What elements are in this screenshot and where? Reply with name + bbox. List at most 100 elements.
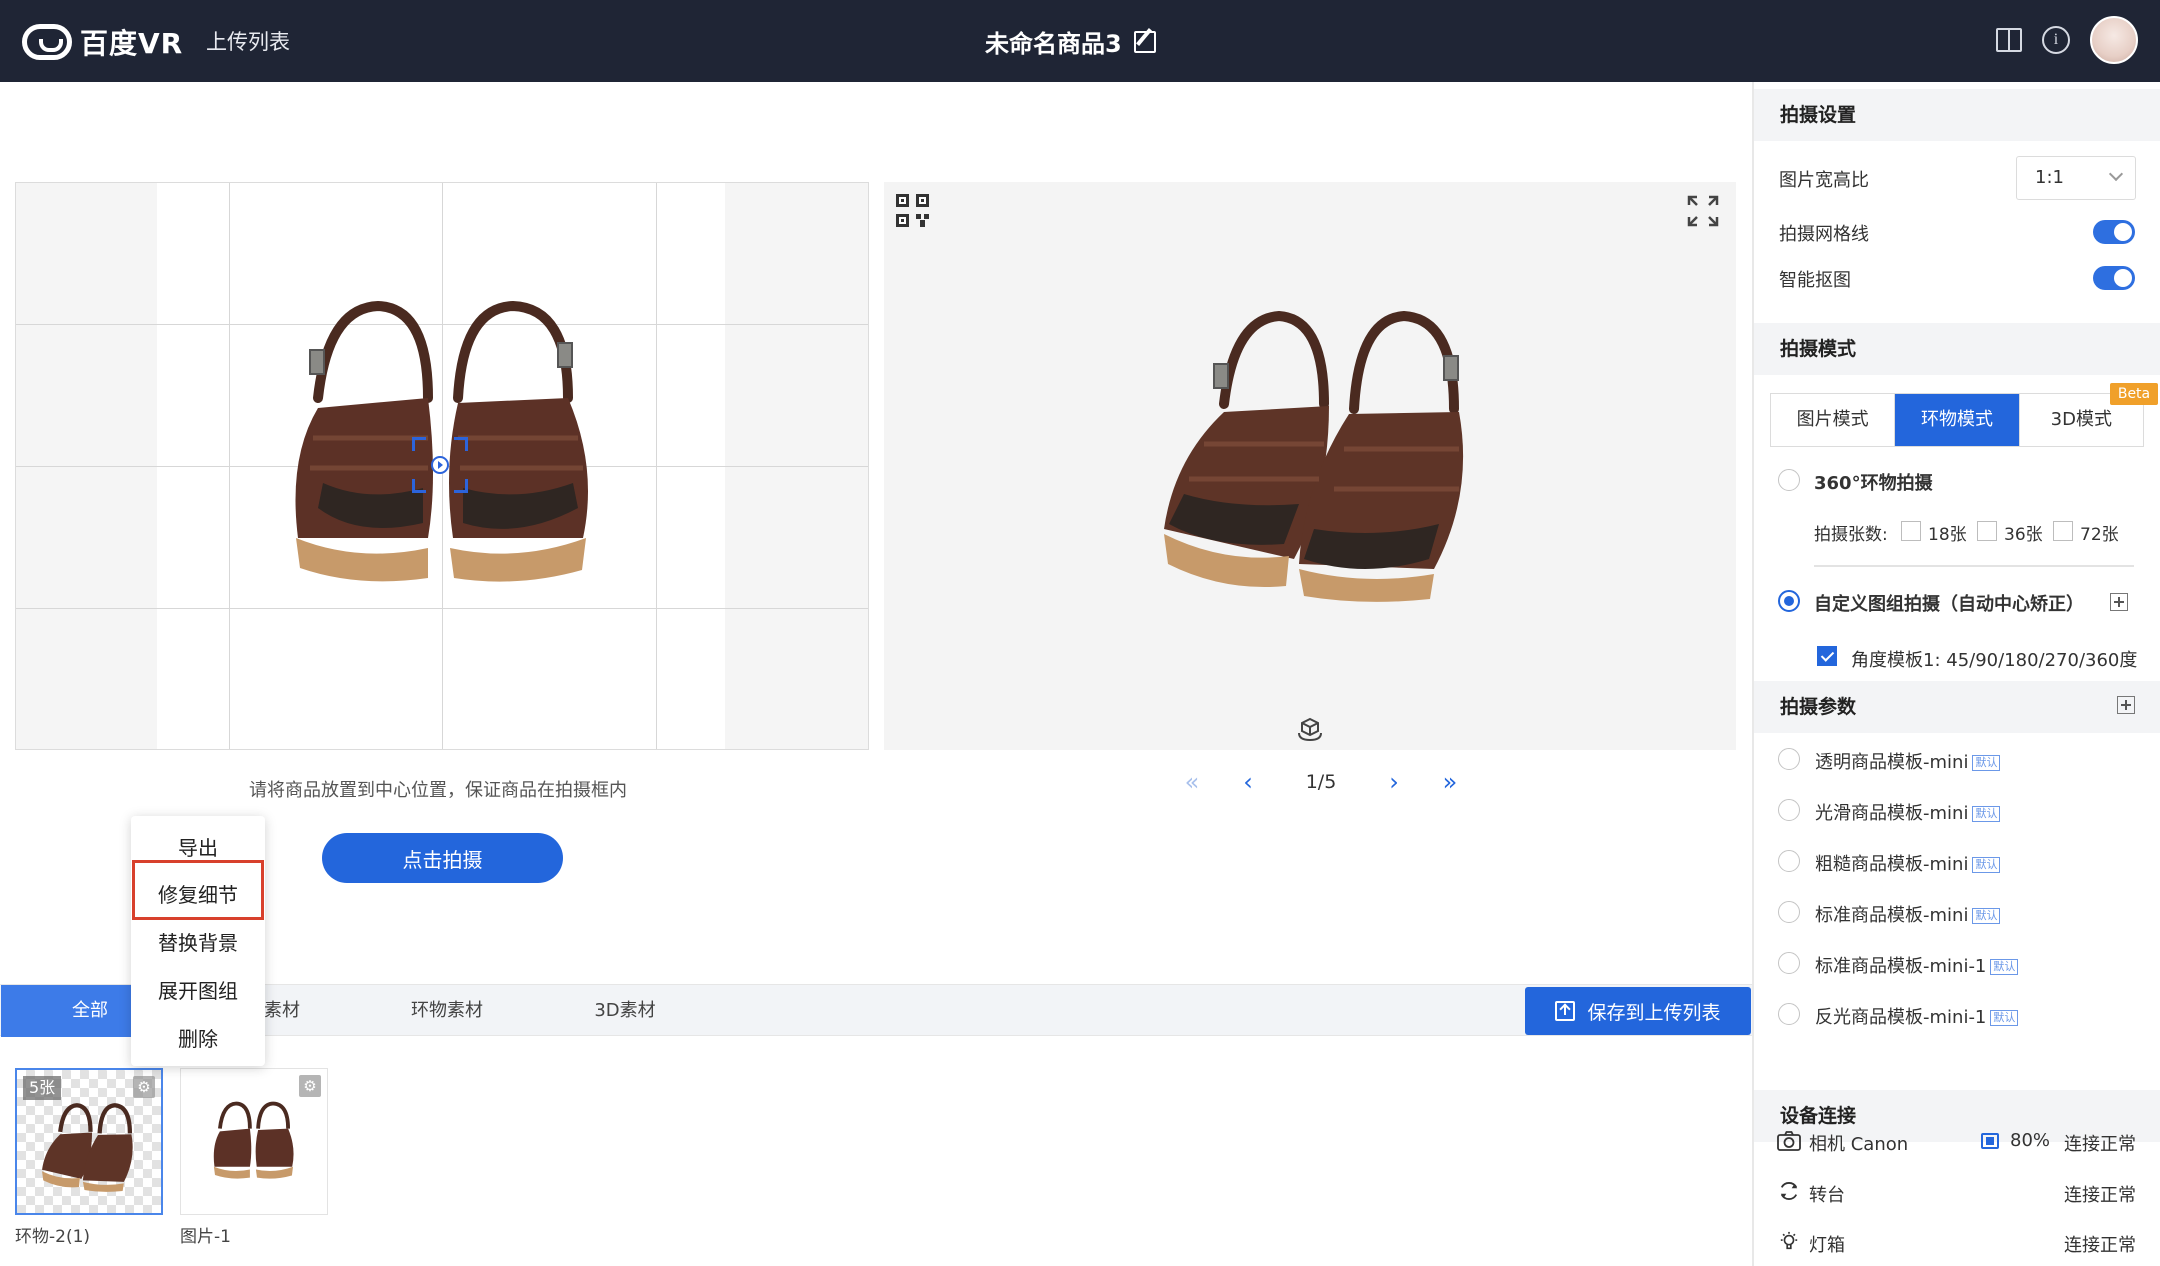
thumbnail-orbit-2[interactable]: 5张 ⚙ — [15, 1068, 163, 1215]
capture-frame — [15, 182, 869, 750]
count-18-label: 18张 — [1928, 525, 1967, 545]
template-radio[interactable] — [1778, 799, 1800, 821]
shoot-mode-header: 拍摄模式 — [1754, 323, 2160, 375]
template-label: 透明商品模板-mini 默认 — [1815, 748, 2001, 774]
turntable-label: 转台 — [1809, 1185, 1845, 1206]
save-to-upload-list-button[interactable]: 保存到上传列表 — [1525, 987, 1751, 1035]
next-page-icon[interactable]: › — [1366, 768, 1422, 796]
thumbnail-label: 图片-1 — [180, 1227, 231, 1247]
tab-orbit-material[interactable]: 环物素材 — [392, 985, 502, 1037]
lightbox-label: 灯箱 — [1809, 1235, 1845, 1256]
settings-panel: 拍摄设置 拍摄模式 拍摄参数 设备连接 — [1752, 82, 2160, 1266]
shoot-params-header: 拍摄参数 — [1754, 681, 2160, 733]
capture-hint: 请将商品放置到中心位置，保证商品在拍摄框内 — [249, 780, 627, 801]
template-label: 标准商品模板-mini 默认 — [1815, 901, 2001, 927]
rotate-360-icon[interactable] — [1296, 715, 1324, 743]
thumbnail-image-1[interactable]: ⚙ — [180, 1068, 328, 1215]
template-radio[interactable] — [1778, 952, 1800, 974]
template-radio[interactable] — [1778, 850, 1800, 872]
template-radio[interactable] — [1778, 901, 1800, 923]
product-title-text: 未命名商品3 — [985, 30, 1122, 58]
menu-item-export[interactable]: 导出 — [131, 832, 265, 861]
last-page-icon[interactable]: » — [1422, 768, 1478, 796]
mode-image[interactable]: 图片模式 — [1771, 394, 1894, 446]
info-icon[interactable]: i — [2042, 26, 2070, 54]
template-label: 标准商品模板-mini-1 默认 — [1815, 952, 2019, 978]
grid-lines-toggle[interactable] — [2093, 220, 2135, 244]
upload-icon — [1555, 1001, 1576, 1021]
camera-label: 相机 Canon — [1809, 1134, 1909, 1155]
menu-item-replace-background[interactable]: 替换背景 — [131, 927, 265, 956]
image-count-badge: 5张 — [23, 1076, 62, 1100]
fullscreen-icon[interactable] — [1686, 194, 1720, 228]
angle-template-label: 角度模板1: 45/90/180/270/360度 — [1851, 650, 2138, 671]
top-bar: 百度VR 上传列表 未命名商品3 i — [0, 0, 2160, 82]
orbit-360-radio[interactable] — [1778, 469, 1800, 491]
lightbulb-icon — [1780, 1231, 1798, 1250]
smart-matting-toggle[interactable] — [2093, 266, 2135, 290]
aspect-ratio-value: 1:1 — [2035, 167, 2064, 188]
shoot-button[interactable]: 点击拍摄 — [322, 833, 563, 883]
angle-template-checkbox[interactable] — [1817, 646, 1837, 666]
custom-group-radio[interactable] — [1778, 590, 1800, 612]
turntable-icon — [1780, 1182, 1798, 1200]
count-72-label: 72张 — [2080, 525, 2119, 545]
tab-3d-material[interactable]: 3D素材 — [575, 985, 675, 1037]
smart-matting-label: 智能抠图 — [1779, 270, 1851, 291]
thumbnail-sandal-image — [42, 1103, 133, 1192]
first-page-icon[interactable]: « — [1164, 768, 1220, 796]
count-36-label: 36张 — [2004, 525, 2043, 545]
save-button-label: 保存到上传列表 — [1587, 1001, 1721, 1024]
avatar[interactable] — [2090, 16, 2138, 64]
edit-icon[interactable] — [1133, 30, 1156, 53]
upload-list-link[interactable]: 上传列表 — [206, 26, 290, 56]
battery-icon — [1981, 1133, 1999, 1149]
prev-page-icon[interactable]: ‹ — [1220, 768, 1276, 796]
center-target-marker — [412, 437, 468, 493]
shoot-mode-switch: 图片模式 环物模式 3D模式 — [1770, 393, 2144, 447]
camera-status: 连接正常 — [2064, 1134, 2136, 1155]
camera-icon — [1777, 1131, 1801, 1151]
aspect-ratio-label: 图片宽高比 — [1779, 170, 1869, 191]
turntable-status: 连接正常 — [2064, 1185, 2136, 1206]
template-label: 光滑商品模板-mini 默认 — [1815, 799, 2001, 825]
thumbnail-sandal-image — [213, 1101, 294, 1179]
thumbnail-label: 环物-2(1) — [15, 1227, 91, 1247]
beta-badge: Beta — [2110, 383, 2158, 405]
product-title: 未命名商品3 — [985, 24, 1156, 59]
page-indicator: 1/5 — [1305, 771, 1337, 793]
chevron-down-icon — [2108, 166, 2124, 182]
count-36-checkbox[interactable] — [1977, 521, 1997, 541]
battery-level: 80% — [2010, 1130, 2051, 1151]
menu-item-delete[interactable]: 删除 — [131, 1023, 265, 1052]
lightbox-status: 连接正常 — [2064, 1235, 2136, 1256]
template-label: 粗糙商品模板-mini 默认 — [1815, 850, 2001, 876]
divider — [1814, 565, 2134, 567]
vr-logo-icon — [22, 24, 72, 60]
qr-code-icon[interactable] — [896, 194, 929, 227]
add-params-icon[interactable] — [2117, 696, 2135, 714]
template-radio[interactable] — [1778, 748, 1800, 770]
thumbnail-settings-icon[interactable]: ⚙ — [299, 1075, 321, 1097]
baidu-vr-logo[interactable]: 百度VR — [22, 22, 183, 62]
thumbnail-settings-icon[interactable]: ⚙ — [133, 1076, 155, 1098]
menu-item-expand-group[interactable]: 展开图组 — [131, 975, 265, 1004]
grid-lines-label: 拍摄网格线 — [1779, 224, 1869, 245]
count-72-checkbox[interactable] — [2053, 521, 2073, 541]
add-group-icon[interactable] — [2110, 593, 2128, 611]
custom-group-label: 自定义图组拍摄（自动中心矫正） — [1814, 594, 2084, 615]
manual-book-icon[interactable] — [1996, 28, 2022, 52]
logo-text: 百度VR — [80, 27, 184, 60]
aspect-ratio-select[interactable]: 1:1 — [2016, 156, 2136, 200]
count-18-checkbox[interactable] — [1901, 521, 1921, 541]
sandal-preview-image — [1164, 310, 1464, 602]
shot-count-label: 拍摄张数: — [1814, 525, 1888, 545]
shoot-settings-header: 拍摄设置 — [1754, 89, 2160, 141]
highlight-box — [132, 860, 264, 920]
thumbnail-context-menu: 导出 修复细节 替换背景 展开图组 删除 — [131, 816, 265, 1066]
orbit-360-label: 360°环物拍摄 — [1814, 473, 1933, 494]
preview-panel — [884, 182, 1736, 750]
template-label: 反光商品模板-mini-1 默认 — [1815, 1003, 2019, 1029]
mode-orbit[interactable]: 环物模式 — [1894, 394, 2019, 446]
template-radio[interactable] — [1778, 1003, 1800, 1025]
